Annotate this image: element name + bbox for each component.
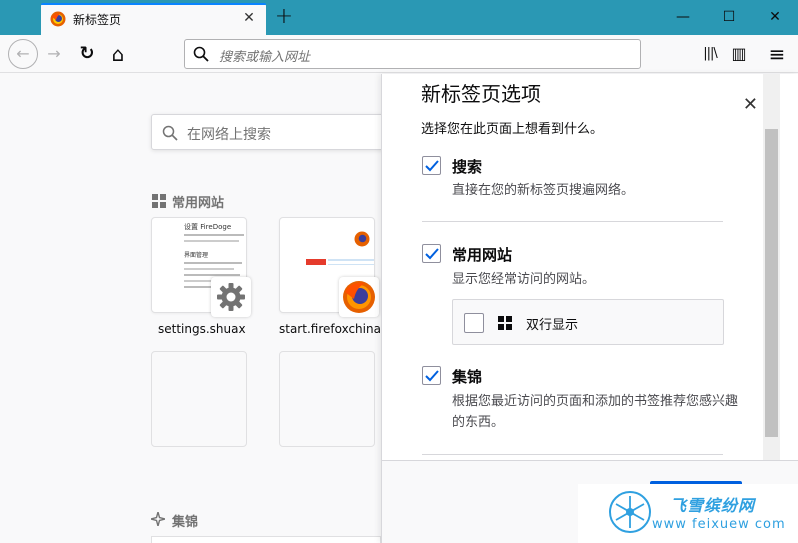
site-watermark: 飞雪缤纷网 www feixuew com — [578, 484, 798, 543]
highlights-checkbox[interactable] — [422, 366, 441, 385]
two-rows-label: 双行显示 — [526, 318, 579, 333]
firefox-icon — [50, 11, 66, 27]
watermark-url: www feixuew com — [652, 517, 786, 532]
back-button[interactable]: ← — [8, 39, 38, 69]
highlight-card — [151, 536, 381, 543]
empty-tile — [279, 351, 375, 447]
prefs-scrollbar[interactable] — [763, 74, 780, 460]
grid-icon — [152, 194, 166, 208]
tile-badge — [211, 277, 251, 317]
search-icon — [193, 46, 209, 62]
firefox-icon — [343, 281, 375, 313]
tab-active-indicator — [41, 3, 266, 5]
tile-label: start.firefoxchina — [279, 322, 381, 336]
search-label: 搜索 — [452, 158, 483, 176]
forward-button[interactable]: → — [40, 40, 68, 68]
tab-newtab[interactable]: 新标签页 ✕ — [41, 3, 266, 35]
search-icon — [162, 125, 178, 141]
checkmark-icon — [425, 160, 439, 172]
checkmark-icon — [425, 370, 439, 382]
menu-button[interactable]: ≡ — [763, 40, 791, 68]
new-tab-button[interactable]: + — [272, 6, 296, 30]
watermark-title: 飞雪缤纷网 — [670, 496, 756, 515]
window-close-button[interactable]: ✕ — [752, 0, 798, 35]
gear-icon — [217, 283, 245, 311]
sparkle-icon — [151, 512, 165, 526]
divider — [422, 454, 723, 455]
search-placeholder: 在网络上搜索 — [187, 127, 271, 143]
scrollbar-thumb[interactable] — [765, 129, 778, 437]
topsites-checkbox[interactable] — [422, 244, 441, 263]
reload-button[interactable]: ↻ — [73, 40, 101, 68]
tab-close-icon[interactable]: ✕ — [241, 10, 257, 26]
search-checkbox[interactable] — [422, 156, 441, 175]
tile-thumb-sub: 界面管理 — [184, 252, 209, 259]
search-desc: 直接在您的新标签页搜遍网络。 — [452, 183, 635, 198]
prefs-subtitle: 选择您在此页面上想看到什么。 — [421, 122, 604, 137]
tile-badge — [339, 277, 379, 317]
url-input-placeholder: 搜索或输入网址 — [219, 50, 311, 65]
topsites-desc: 显示您经常访问的网站。 — [452, 272, 596, 287]
topsites-label: 常用网站 — [452, 246, 513, 264]
two-rows-option[interactable]: 双行显示 — [452, 299, 724, 345]
navigation-toolbar: ← → ↻ ⌂ 搜索或输入网址 |||\ ▥ ≡ — [0, 35, 798, 73]
url-bar[interactable]: 搜索或输入网址 — [184, 39, 641, 69]
topsites-title: 常用网站 — [172, 196, 225, 211]
divider — [422, 221, 723, 222]
tile-label: settings.shuax — [158, 322, 246, 336]
highlights-title: 集锦 — [172, 515, 199, 530]
highlights-label: 集锦 — [452, 368, 483, 386]
sidebar-button[interactable]: ▥ — [725, 40, 753, 68]
tab-strip: 新标签页 ✕ + — ☐ ✕ — [0, 0, 798, 35]
maximize-button[interactable]: ☐ — [706, 0, 752, 35]
two-rows-checkbox[interactable] — [464, 313, 484, 333]
newtab-preferences-panel: 新标签页选项 ✕ 选择您在此页面上想看到什么。 搜索 直接在您的新标签页搜遍网络… — [381, 74, 798, 543]
library-button[interactable]: |||\ — [696, 40, 724, 68]
web-search-box[interactable]: 在网络上搜索 — [151, 114, 411, 150]
minimize-button[interactable]: — — [660, 0, 706, 35]
checkmark-icon — [425, 248, 439, 260]
home-button[interactable]: ⌂ — [104, 40, 132, 68]
highlights-desc: 根据您最近访问的页面和添加的书签推荐您感兴趣的东西。 — [452, 394, 739, 430]
firefox-icon — [354, 231, 370, 247]
prefs-close-icon[interactable]: ✕ — [743, 94, 758, 115]
grid-icon — [498, 316, 512, 330]
tab-title: 新标签页 — [73, 13, 122, 27]
snowflake-logo-icon — [609, 491, 651, 533]
tile-thumb-header: 设置 FireDoge — [184, 223, 232, 231]
prefs-title: 新标签页选项 — [421, 82, 541, 106]
empty-tile — [151, 351, 247, 447]
